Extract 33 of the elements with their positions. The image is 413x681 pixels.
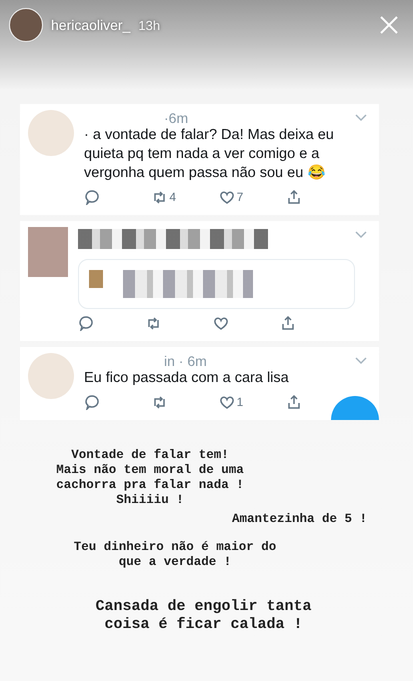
- share-icon[interactable]: [280, 315, 296, 331]
- close-icon[interactable]: [379, 15, 399, 35]
- caption-text: Shiiiiu !: [116, 493, 184, 508]
- caption-text: cachorra pra falar nada !: [56, 478, 244, 493]
- like-count: 7: [236, 190, 244, 204]
- post-time: 13h: [138, 18, 160, 32]
- blurred-avatar: [89, 270, 103, 288]
- tweet-meta: in · 6m: [163, 353, 208, 369]
- tweet-text: · a vontade de falar? Da! Mas deixa eu quieta pq tem nada a ver comigo e a vergonha quem passa não sou eu 😂: [84, 126, 335, 183]
- caption-text: Amantezinha de 5 !: [232, 512, 367, 526]
- caption-text: que a verdade !: [118, 555, 232, 570]
- blurred-avatar: [28, 227, 68, 277]
- caption-text: Mais não tem moral de uma: [56, 463, 244, 478]
- reply-icon[interactable]: [84, 394, 100, 410]
- like-icon[interactable]: [212, 315, 229, 331]
- caption-text: Cansada de engolir tanta: [95, 598, 312, 616]
- tweet-meta: ·6m: [163, 110, 190, 126]
- share-icon[interactable]: [286, 189, 302, 205]
- share-icon[interactable]: [286, 394, 302, 410]
- caption-text: Teu dinheiro não é maior do: [74, 540, 276, 555]
- blurred-avatar: [28, 110, 74, 156]
- like-count: 1: [236, 395, 244, 409]
- retweet-count: 4: [169, 190, 176, 204]
- tweet-text: Eu fico passada com a cara lisa: [84, 369, 290, 388]
- caption-text: Vontade de falar tem!: [71, 448, 229, 463]
- blurred-avatar: [28, 353, 74, 399]
- avatar[interactable]: [9, 8, 43, 42]
- like-icon[interactable]: [218, 189, 235, 205]
- reply-icon[interactable]: [78, 315, 94, 331]
- like-icon[interactable]: [218, 394, 235, 410]
- reply-icon[interactable]: [84, 189, 100, 205]
- username[interactable]: hericaoliver_: [51, 17, 130, 33]
- caption-text: coisa é ficar calada !: [104, 616, 303, 634]
